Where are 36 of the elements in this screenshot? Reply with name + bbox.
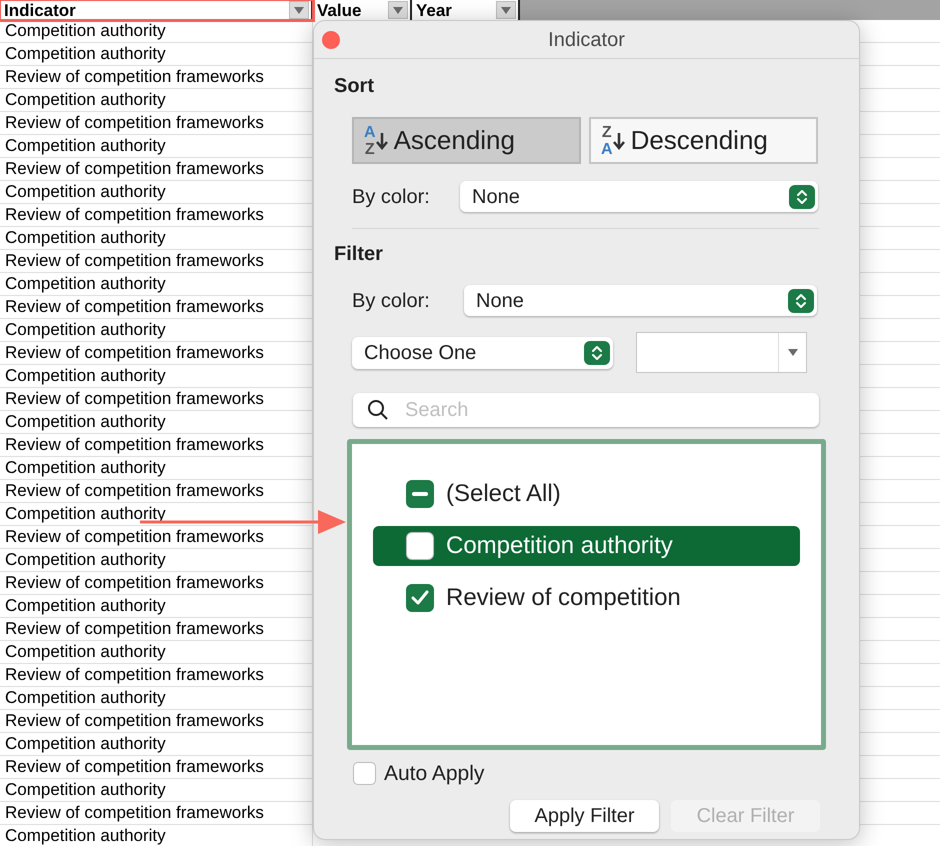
window-title: Indicator xyxy=(548,28,625,52)
checkbox-label: Auto Apply xyxy=(384,761,484,787)
dropdown-arrow-icon xyxy=(294,6,304,14)
search-field[interactable]: Search xyxy=(353,393,819,427)
section-heading: Sort xyxy=(334,74,375,99)
column-header[interactable]: Year xyxy=(412,0,520,20)
stepper-icon xyxy=(788,288,814,312)
checkbox[interactable] xyxy=(406,480,434,508)
dropdown-arrow-icon xyxy=(501,6,511,14)
filter-dropdown-button[interactable] xyxy=(289,1,309,19)
condition-select[interactable]: Choose One xyxy=(352,336,613,368)
checkbox[interactable] xyxy=(406,584,434,612)
list-item[interactable]: (Select All) xyxy=(373,474,800,514)
field-label: By color: xyxy=(352,288,431,314)
stepper-icon xyxy=(789,184,815,208)
close-button[interactable] xyxy=(322,31,340,49)
color-select[interactable]: None xyxy=(464,285,817,316)
dropdown-arrow-icon xyxy=(393,6,403,14)
filter-dropdown-button[interactable] xyxy=(496,1,516,19)
list-item[interactable]: Competition authority xyxy=(373,526,800,566)
section-heading: Filter xyxy=(334,242,384,267)
dropdown-arrow-icon xyxy=(788,349,798,356)
search-icon xyxy=(367,399,389,421)
checkbox[interactable] xyxy=(353,762,376,786)
sort-button[interactable]: Z A Descending xyxy=(589,117,818,164)
checkmark-icon xyxy=(411,590,429,606)
filter-dropdown-button[interactable] xyxy=(388,1,408,19)
dialog-button[interactable]: Apply Filter xyxy=(510,800,659,832)
column-header[interactable]: Value xyxy=(313,0,412,20)
column-header[interactable]: Indicator xyxy=(0,0,313,20)
sort-button[interactable]: A Z Ascending xyxy=(352,117,581,164)
checkbox[interactable] xyxy=(406,532,434,560)
field-label: By color: xyxy=(352,184,431,210)
list-item[interactable]: Review of competition xyxy=(373,578,800,618)
color-select[interactable]: None xyxy=(460,181,818,212)
stepper-icon xyxy=(584,340,610,364)
